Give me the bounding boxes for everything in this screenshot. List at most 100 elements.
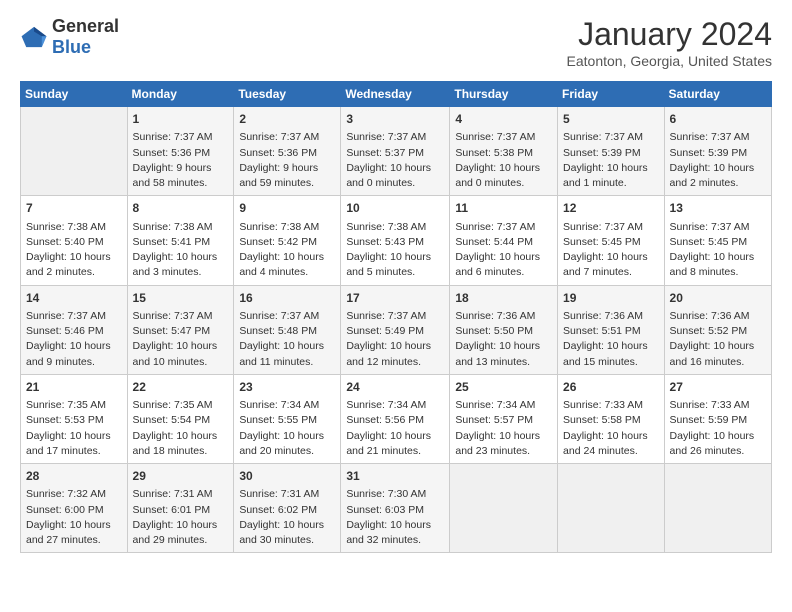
day-number: 3 [346,111,444,128]
day-info: Sunrise: 7:37 AMSunset: 5:44 PMDaylight:… [455,220,552,281]
day-info: Sunrise: 7:34 AMSunset: 5:55 PMDaylight:… [239,398,335,459]
day-cell: 13 Sunrise: 7:37 AMSunset: 5:45 PMDayligh… [664,196,771,285]
day-cell: 6 Sunrise: 7:37 AMSunset: 5:39 PMDaylight… [664,107,771,196]
day-info: Sunrise: 7:36 AMSunset: 5:50 PMDaylight:… [455,309,552,370]
day-number: 6 [670,111,766,128]
day-number: 12 [563,200,659,217]
day-info: Sunrise: 7:37 AMSunset: 5:37 PMDaylight:… [346,130,444,191]
day-number: 7 [26,200,122,217]
day-number: 21 [26,379,122,396]
day-cell: 1 Sunrise: 7:37 AMSunset: 5:36 PMDaylight… [127,107,234,196]
day-number: 24 [346,379,444,396]
page-header: General Blue January 2024 Eatonton, Geor… [20,16,772,69]
day-info: Sunrise: 7:37 AMSunset: 5:49 PMDaylight:… [346,309,444,370]
day-cell: 29Sunrise: 7:31 AMSunset: 6:01 PMDayligh… [127,464,234,553]
day-number: 28 [26,468,122,485]
day-number: 23 [239,379,335,396]
day-info: Sunrise: 7:37 AMSunset: 5:45 PMDaylight:… [563,220,659,281]
day-cell: 3 Sunrise: 7:37 AMSunset: 5:37 PMDaylight… [341,107,450,196]
day-cell: 14Sunrise: 7:37 AMSunset: 5:46 PMDayligh… [21,285,128,374]
day-cell: 27 Sunrise: 7:33 AMSunset: 5:59 PMDayligh… [664,374,771,463]
column-header-thursday: Thursday [450,82,558,107]
week-row-5: 28 Sunrise: 7:32 AMSunset: 6:00 PMDayligh… [21,464,772,553]
day-info: Sunrise: 7:38 AMSunset: 5:43 PMDaylight:… [346,220,444,281]
logo-text: General Blue [52,16,119,58]
day-info: Sunrise: 7:37 AMSunset: 5:36 PMDaylight:… [239,130,335,191]
header-row: SundayMondayTuesdayWednesdayThursdayFrid… [21,82,772,107]
day-info: Sunrise: 7:35 AMSunset: 5:53 PMDaylight:… [26,398,122,459]
calendar-subtitle: Eatonton, Georgia, United States [567,53,772,69]
day-cell: 4 Sunrise: 7:37 AMSunset: 5:38 PMDaylight… [450,107,558,196]
day-cell [21,107,128,196]
day-number: 20 [670,290,766,307]
day-number: 4 [455,111,552,128]
day-number: 22 [133,379,229,396]
day-cell: 23 Sunrise: 7:34 AMSunset: 5:55 PMDayligh… [234,374,341,463]
day-info: Sunrise: 7:34 AMSunset: 5:56 PMDaylight:… [346,398,444,459]
day-info: Sunrise: 7:37 AMSunset: 5:47 PMDaylight:… [133,309,229,370]
day-cell: 20 Sunrise: 7:36 AMSunset: 5:52 PMDayligh… [664,285,771,374]
day-info: Sunrise: 7:36 AMSunset: 5:51 PMDaylight:… [563,309,659,370]
day-number: 25 [455,379,552,396]
day-cell: 26 Sunrise: 7:33 AMSunset: 5:58 PMDayligh… [558,374,665,463]
day-cell: 15Sunrise: 7:37 AMSunset: 5:47 PMDayligh… [127,285,234,374]
day-info: Sunrise: 7:33 AMSunset: 5:58 PMDaylight:… [563,398,659,459]
day-number: 18 [455,290,552,307]
day-cell: 25 Sunrise: 7:34 AMSunset: 5:57 PMDayligh… [450,374,558,463]
day-cell [664,464,771,553]
day-cell [450,464,558,553]
day-cell: 30Sunrise: 7:31 AMSunset: 6:02 PMDayligh… [234,464,341,553]
column-header-friday: Friday [558,82,665,107]
day-info: Sunrise: 7:38 AMSunset: 5:42 PMDaylight:… [239,220,335,281]
column-header-saturday: Saturday [664,82,771,107]
day-cell: 2 Sunrise: 7:37 AMSunset: 5:36 PMDaylight… [234,107,341,196]
day-cell: 31Sunrise: 7:30 AMSunset: 6:03 PMDayligh… [341,464,450,553]
day-number: 19 [563,290,659,307]
day-number: 26 [563,379,659,396]
day-info: Sunrise: 7:33 AMSunset: 5:59 PMDaylight:… [670,398,766,459]
day-number: 27 [670,379,766,396]
day-number: 1 [133,111,229,128]
day-cell: 7 Sunrise: 7:38 AMSunset: 5:40 PMDaylight… [21,196,128,285]
day-cell: 12 Sunrise: 7:37 AMSunset: 5:45 PMDayligh… [558,196,665,285]
day-info: Sunrise: 7:37 AMSunset: 5:39 PMDaylight:… [670,130,766,191]
day-cell: 8Sunrise: 7:38 AMSunset: 5:41 PMDaylight… [127,196,234,285]
day-cell: 28 Sunrise: 7:32 AMSunset: 6:00 PMDayligh… [21,464,128,553]
day-number: 9 [239,200,335,217]
day-cell: 11 Sunrise: 7:37 AMSunset: 5:44 PMDayligh… [450,196,558,285]
day-info: Sunrise: 7:37 AMSunset: 5:45 PMDaylight:… [670,220,766,281]
day-info: Sunrise: 7:38 AMSunset: 5:41 PMDaylight:… [133,220,229,281]
logo: General Blue [20,16,119,58]
day-cell: 21 Sunrise: 7:35 AMSunset: 5:53 PMDayligh… [21,374,128,463]
day-info: Sunrise: 7:36 AMSunset: 5:52 PMDaylight:… [670,309,766,370]
day-info: Sunrise: 7:37 AMSunset: 5:48 PMDaylight:… [239,309,335,370]
day-cell: 9 Sunrise: 7:38 AMSunset: 5:42 PMDaylight… [234,196,341,285]
day-info: Sunrise: 7:37 AMSunset: 5:38 PMDaylight:… [455,130,552,191]
week-row-4: 21 Sunrise: 7:35 AMSunset: 5:53 PMDayligh… [21,374,772,463]
column-header-sunday: Sunday [21,82,128,107]
column-header-monday: Monday [127,82,234,107]
day-number: 16 [239,290,335,307]
day-cell: 24 Sunrise: 7:34 AMSunset: 5:56 PMDayligh… [341,374,450,463]
day-info: Sunrise: 7:37 AMSunset: 5:36 PMDaylight:… [133,130,229,191]
day-cell: 18 Sunrise: 7:36 AMSunset: 5:50 PMDayligh… [450,285,558,374]
day-cell: 10 Sunrise: 7:38 AMSunset: 5:43 PMDayligh… [341,196,450,285]
calendar-title: January 2024 [567,16,772,53]
day-info: Sunrise: 7:32 AMSunset: 6:00 PMDaylight:… [26,487,122,548]
day-cell [558,464,665,553]
logo-general: General [52,16,119,36]
day-info: Sunrise: 7:34 AMSunset: 5:57 PMDaylight:… [455,398,552,459]
calendar-table: SundayMondayTuesdayWednesdayThursdayFrid… [20,81,772,553]
day-number: 13 [670,200,766,217]
day-number: 30 [239,468,335,485]
week-row-1: 1 Sunrise: 7:37 AMSunset: 5:36 PMDaylight… [21,107,772,196]
week-row-3: 14Sunrise: 7:37 AMSunset: 5:46 PMDayligh… [21,285,772,374]
week-row-2: 7 Sunrise: 7:38 AMSunset: 5:40 PMDaylight… [21,196,772,285]
day-number: 11 [455,200,552,217]
day-number: 10 [346,200,444,217]
day-number: 2 [239,111,335,128]
day-number: 29 [133,468,229,485]
day-info: Sunrise: 7:37 AMSunset: 5:39 PMDaylight:… [563,130,659,191]
day-cell: 16 Sunrise: 7:37 AMSunset: 5:48 PMDayligh… [234,285,341,374]
day-info: Sunrise: 7:38 AMSunset: 5:40 PMDaylight:… [26,220,122,281]
